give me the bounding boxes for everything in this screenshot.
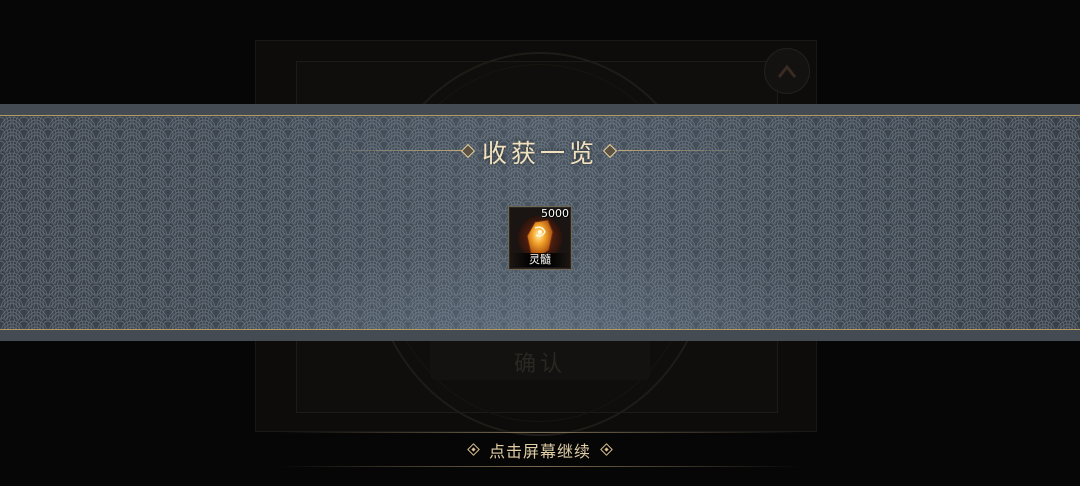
diamond-ornament-icon xyxy=(600,443,613,456)
tap-to-continue-hint[interactable]: 点击屏幕继续 xyxy=(480,438,600,462)
reward-item-name: 灵髓 xyxy=(529,253,551,266)
title-divider-left xyxy=(320,150,462,151)
reward-item[interactable]: 5000 灵髓 xyxy=(508,206,572,270)
screen-overlay[interactable]: 确认 收获一览 5000 灵髓 点击屏幕继续 xyxy=(0,0,1080,486)
title-divider-right xyxy=(618,150,760,151)
reward-item-count: 5000 xyxy=(541,207,569,220)
background-confirm-button: 确认 xyxy=(430,340,650,380)
rewards-banner: 收获一览 5000 灵髓 xyxy=(0,104,1080,341)
rewards-title: 收获一览 xyxy=(481,139,598,168)
close-icon xyxy=(777,64,797,78)
banner-bottom-border xyxy=(0,329,1080,341)
footer-divider-bottom xyxy=(280,466,800,467)
diamond-ornament-icon xyxy=(467,443,480,456)
background-confirm-label: 确认 xyxy=(513,352,566,377)
footer-divider-top xyxy=(280,432,800,433)
background-close-button xyxy=(764,48,810,94)
banner-top-border xyxy=(0,104,1080,116)
